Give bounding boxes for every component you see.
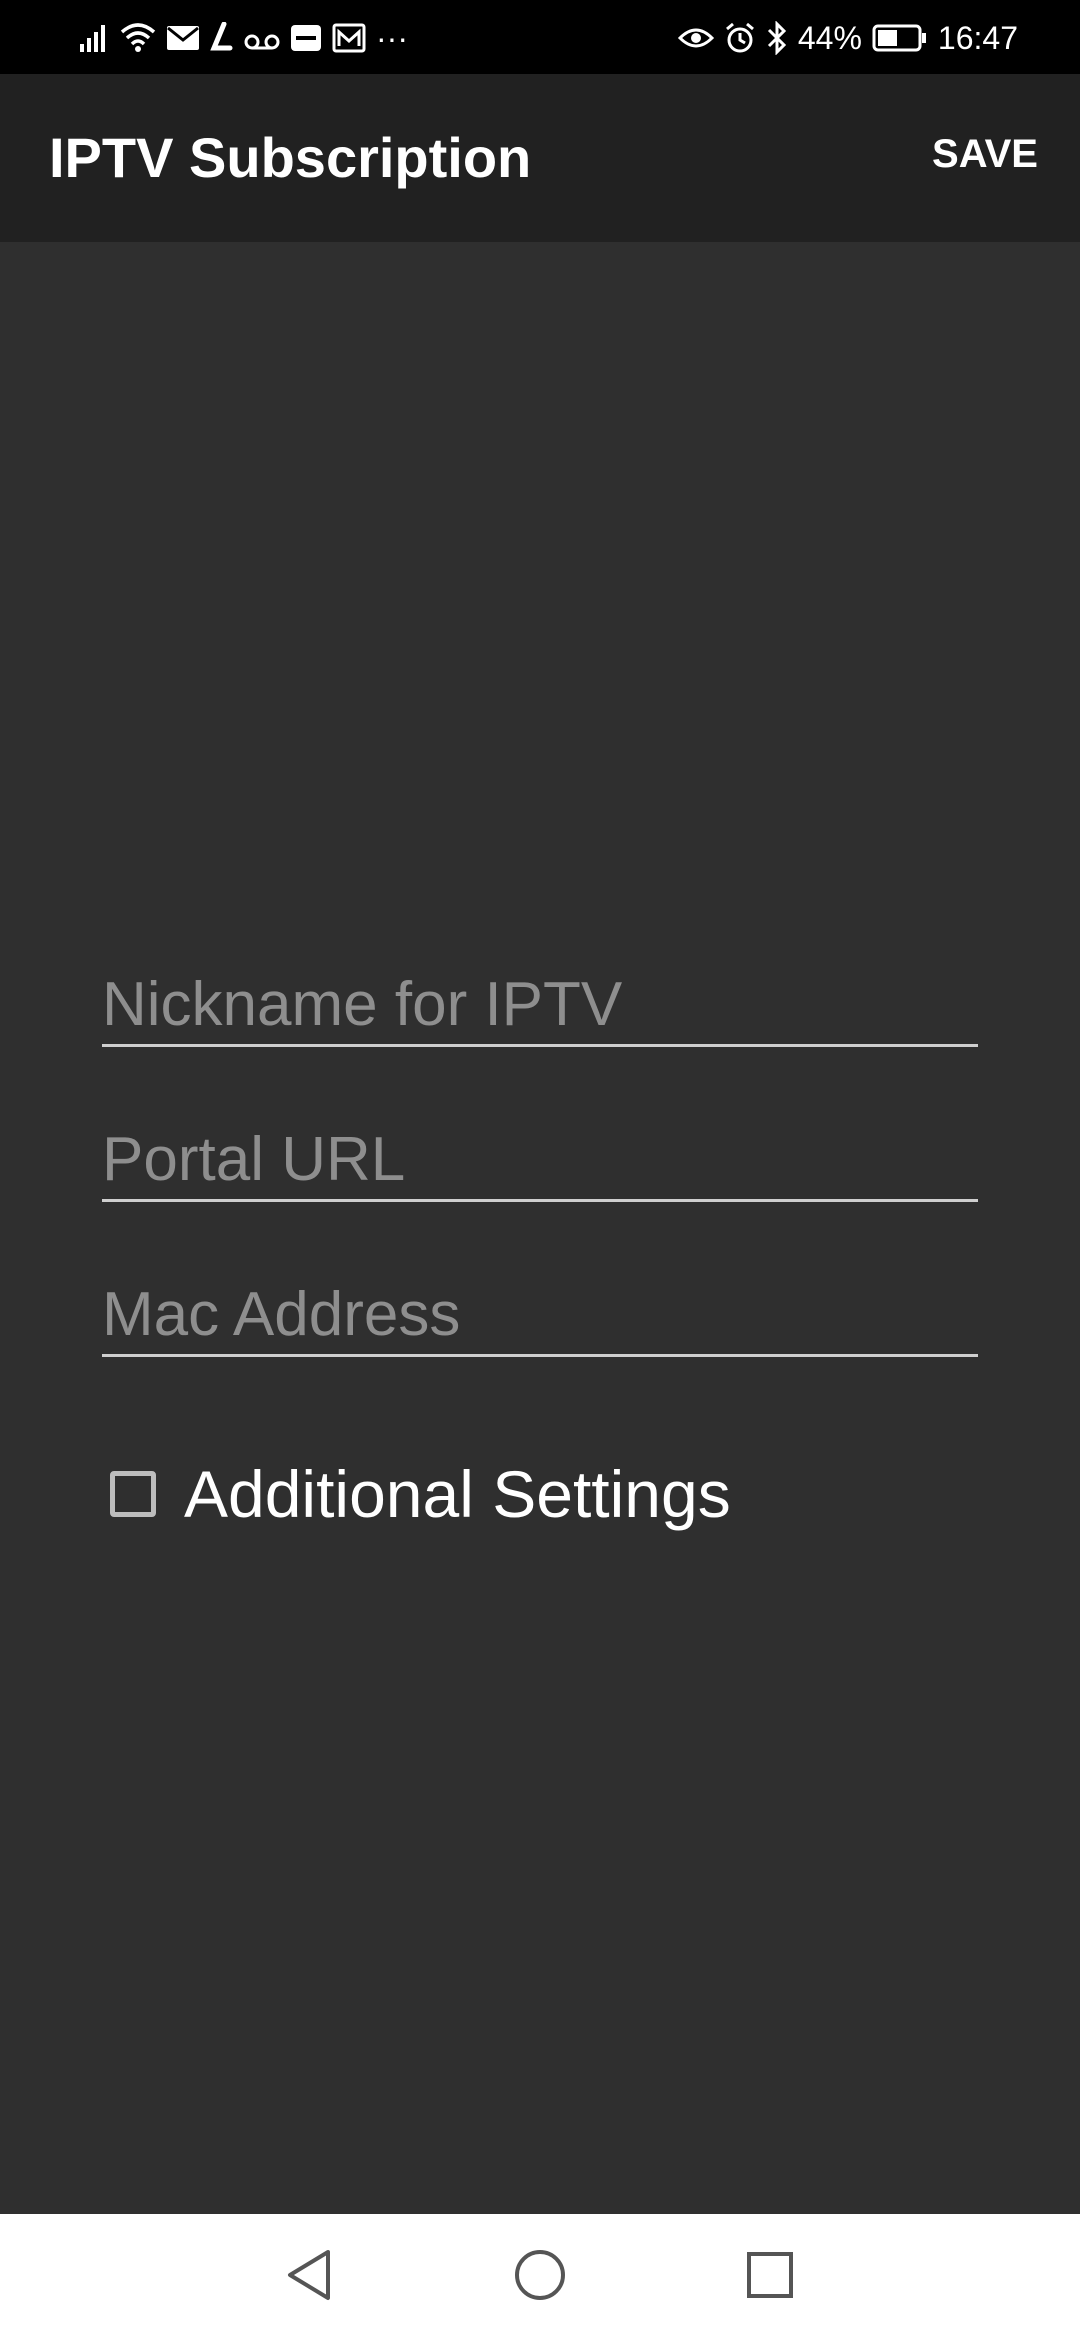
status-bar: ··· 44% 16:47 <box>0 0 1080 74</box>
gallery-icon <box>332 23 366 53</box>
alarm-icon <box>724 22 756 54</box>
wifi-icon <box>120 22 156 54</box>
portal-url-input[interactable] <box>102 1119 978 1199</box>
clock: 16:47 <box>937 20 1018 56</box>
recents-icon <box>746 2251 794 2304</box>
more-icon: ··· <box>376 20 408 56</box>
signal-icon <box>78 22 110 54</box>
recents-button[interactable] <box>735 2242 805 2312</box>
battery-icon <box>872 23 928 53</box>
status-left-icons: ··· <box>78 18 408 58</box>
home-icon <box>513 2248 567 2307</box>
bluetooth-icon <box>766 21 788 55</box>
mac-address-field[interactable] <box>102 1274 978 1357</box>
sms-icon <box>290 23 322 53</box>
home-button[interactable] <box>505 2242 575 2312</box>
checkbox-box[interactable] <box>110 1471 156 1517</box>
mac-address-input[interactable] <box>102 1274 978 1354</box>
app-bar: IPTV Subscription SAVE <box>0 74 1080 242</box>
additional-settings-label: Additional Settings <box>184 1457 731 1531</box>
voicemail-icon <box>244 24 280 52</box>
back-button[interactable] <box>274 2242 344 2312</box>
app-notification-icon <box>210 22 234 54</box>
back-icon <box>284 2248 334 2307</box>
nickname-field[interactable] <box>102 964 978 1047</box>
additional-settings-checkbox[interactable]: Additional Settings <box>110 1456 731 1532</box>
nickname-input[interactable] <box>102 964 978 1044</box>
mail-icon <box>166 24 200 52</box>
eye-icon <box>677 24 714 52</box>
battery-percent: 44% <box>797 20 862 56</box>
page-title: IPTV Subscription <box>49 126 532 189</box>
status-right-icons: 44% 16:47 <box>677 18 1018 58</box>
portal-url-field[interactable] <box>102 1119 978 1202</box>
save-button[interactable]: SAVE <box>926 130 1044 178</box>
navigation-bar <box>0 2214 1080 2340</box>
